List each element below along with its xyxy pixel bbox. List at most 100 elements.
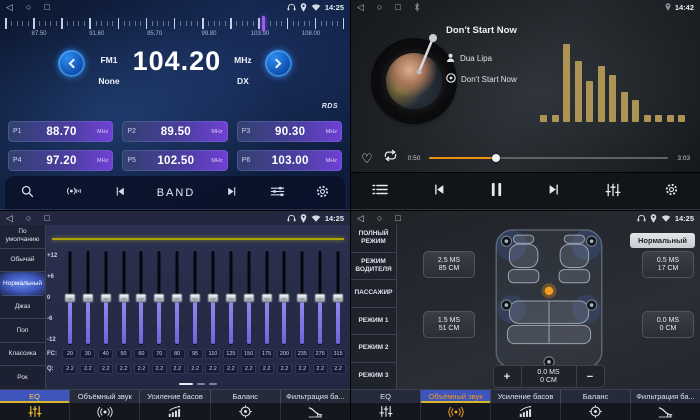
broadcast-button[interactable] bbox=[65, 184, 82, 201]
front-left-delay-button[interactable]: 2.5 MS 85 CM bbox=[423, 251, 475, 278]
repeat-button[interactable] bbox=[382, 149, 399, 167]
search-button[interactable] bbox=[20, 184, 35, 202]
audio-tab[interactable]: Объёмный звук bbox=[70, 390, 140, 403]
delay-increase-button[interactable]: + bbox=[494, 366, 521, 387]
eq-band-slider[interactable] bbox=[293, 251, 311, 345]
slider-knob[interactable] bbox=[333, 294, 344, 303]
eq-band-slider[interactable] bbox=[115, 251, 133, 345]
eq-band-slider[interactable] bbox=[186, 251, 204, 345]
listening-mode-item[interactable]: РЕЖИМ 2 bbox=[351, 335, 396, 363]
audio-tab[interactable]: Фильтрация ба... bbox=[281, 390, 350, 403]
audio-tab[interactable]: Усиление басов bbox=[140, 390, 210, 403]
preset-button[interactable]: P3 90.30 MHz bbox=[237, 121, 342, 142]
preset-button[interactable]: P6 103.00 MHz bbox=[237, 150, 342, 171]
preset-button[interactable]: P5 102.50 MHz bbox=[122, 150, 227, 171]
tune-down-button[interactable] bbox=[58, 50, 85, 77]
eq-band-slider[interactable] bbox=[204, 251, 222, 345]
seek-next-button[interactable] bbox=[225, 185, 239, 201]
slider-knob[interactable] bbox=[136, 294, 147, 303]
slider-knob[interactable] bbox=[279, 294, 290, 303]
slider-knob[interactable] bbox=[243, 294, 254, 303]
band-label[interactable]: FM1 bbox=[100, 55, 117, 65]
eq-band-slider[interactable] bbox=[311, 251, 329, 345]
playlist-button[interactable] bbox=[372, 183, 388, 199]
eq-preset-item[interactable]: По умолчанию bbox=[0, 225, 45, 249]
tune-up-button[interactable] bbox=[265, 50, 292, 77]
audio-tab[interactable]: EQ bbox=[0, 390, 70, 403]
eq-tab-icon[interactable] bbox=[0, 403, 70, 420]
nav-recents-icon[interactable]: □ bbox=[44, 211, 49, 225]
listening-mode-item[interactable]: РЕЖИМ 3 bbox=[351, 363, 396, 390]
surround-tab-icon[interactable] bbox=[421, 403, 491, 420]
balance-tab-icon[interactable] bbox=[211, 403, 281, 420]
filter-tab-icon[interactable] bbox=[631, 403, 700, 420]
nav-home-icon[interactable]: ○ bbox=[26, 211, 31, 225]
eq-band-slider[interactable] bbox=[150, 251, 168, 345]
previous-track-button[interactable] bbox=[431, 182, 447, 200]
sound-preset-button[interactable]: Нормальный bbox=[630, 233, 695, 248]
eq-preset-item[interactable]: Джаз bbox=[0, 296, 45, 320]
seek-previous-button[interactable] bbox=[113, 185, 127, 201]
eq-band-slider[interactable] bbox=[61, 251, 79, 345]
front-right-delay-button[interactable]: 0.5 MS 17 CM bbox=[642, 251, 694, 278]
equalizer-button[interactable] bbox=[270, 185, 285, 201]
slider-knob[interactable] bbox=[100, 294, 111, 303]
listening-mode-item[interactable]: ПАССАЖИР bbox=[351, 280, 396, 308]
nav-back-icon[interactable]: ◁ bbox=[6, 211, 13, 225]
nav-home-icon[interactable]: ○ bbox=[26, 0, 31, 14]
surround-tab-icon[interactable] bbox=[70, 403, 140, 420]
audio-tab[interactable]: EQ bbox=[351, 390, 421, 403]
next-track-button[interactable] bbox=[546, 182, 562, 200]
eq-preset-item[interactable]: Нормальный bbox=[0, 272, 45, 296]
slider-knob[interactable] bbox=[154, 294, 165, 303]
rear-left-delay-button[interactable]: 1.5 MS 51 CM bbox=[423, 311, 475, 338]
eq-band-slider[interactable] bbox=[240, 251, 258, 345]
preset-button[interactable]: P4 97.20 MHz bbox=[8, 150, 113, 171]
slider-knob[interactable] bbox=[118, 294, 129, 303]
nav-recents-icon[interactable]: □ bbox=[395, 0, 400, 14]
nav-back-icon[interactable]: ◁ bbox=[357, 211, 364, 225]
eq-preset-item[interactable]: Обычай bbox=[0, 249, 45, 273]
nav-home-icon[interactable]: ○ bbox=[377, 211, 382, 225]
slider-knob[interactable] bbox=[64, 294, 75, 303]
nav-recents-icon[interactable]: □ bbox=[395, 211, 400, 225]
eq-band-slider[interactable] bbox=[168, 251, 186, 345]
pause-button[interactable] bbox=[490, 182, 503, 200]
slider-knob[interactable] bbox=[207, 294, 218, 303]
slider-knob[interactable] bbox=[172, 294, 183, 303]
slider-knob[interactable] bbox=[190, 294, 201, 303]
audio-tab[interactable]: Объёмный звук bbox=[421, 390, 491, 403]
eq-preset-item[interactable]: Классика bbox=[0, 343, 45, 367]
eq-band-slider[interactable] bbox=[329, 251, 347, 345]
bass-boost-tab-icon[interactable] bbox=[140, 403, 210, 420]
favorite-button[interactable]: ♡ bbox=[361, 152, 373, 165]
listening-mode-item[interactable]: ПОЛНЫЙ РЕЖИМ bbox=[351, 225, 396, 253]
audio-tab[interactable]: Усиление басов bbox=[491, 390, 561, 403]
rear-right-delay-button[interactable]: 0.0 MS 0 CM bbox=[642, 311, 694, 338]
eq-band-slider[interactable] bbox=[276, 251, 294, 345]
preset-button[interactable]: P2 89.50 MHz bbox=[122, 121, 227, 142]
dx-mode-label[interactable]: DX bbox=[237, 76, 249, 86]
progress-knob[interactable] bbox=[492, 154, 500, 162]
settings-button[interactable] bbox=[315, 184, 330, 202]
eq-band-slider[interactable] bbox=[79, 251, 97, 345]
nav-recents-icon[interactable]: □ bbox=[44, 0, 49, 14]
eq-band-slider[interactable] bbox=[258, 251, 276, 345]
delay-decrease-button[interactable]: − bbox=[577, 366, 604, 387]
nav-home-icon[interactable]: ○ bbox=[377, 0, 382, 14]
audio-tab[interactable]: Фильтрация ба... bbox=[631, 390, 700, 403]
slider-knob[interactable] bbox=[315, 294, 326, 303]
eq-band-slider[interactable] bbox=[133, 251, 151, 345]
listening-mode-item[interactable]: РЕЖИМ ВОДИТЕЛЯ bbox=[351, 253, 396, 281]
frequency-ruler[interactable] bbox=[5, 17, 345, 30]
filter-tab-icon[interactable] bbox=[281, 403, 350, 420]
nav-back-icon[interactable]: ◁ bbox=[357, 0, 364, 14]
slider-knob[interactable] bbox=[297, 294, 308, 303]
progress-bar[interactable] bbox=[429, 157, 668, 159]
nav-back-icon[interactable]: ◁ bbox=[6, 0, 13, 14]
eq-tab-icon[interactable] bbox=[351, 403, 421, 420]
equalizer-button[interactable] bbox=[605, 183, 621, 200]
slider-knob[interactable] bbox=[261, 294, 272, 303]
slider-knob[interactable] bbox=[225, 294, 236, 303]
eq-band-slider[interactable] bbox=[222, 251, 240, 345]
